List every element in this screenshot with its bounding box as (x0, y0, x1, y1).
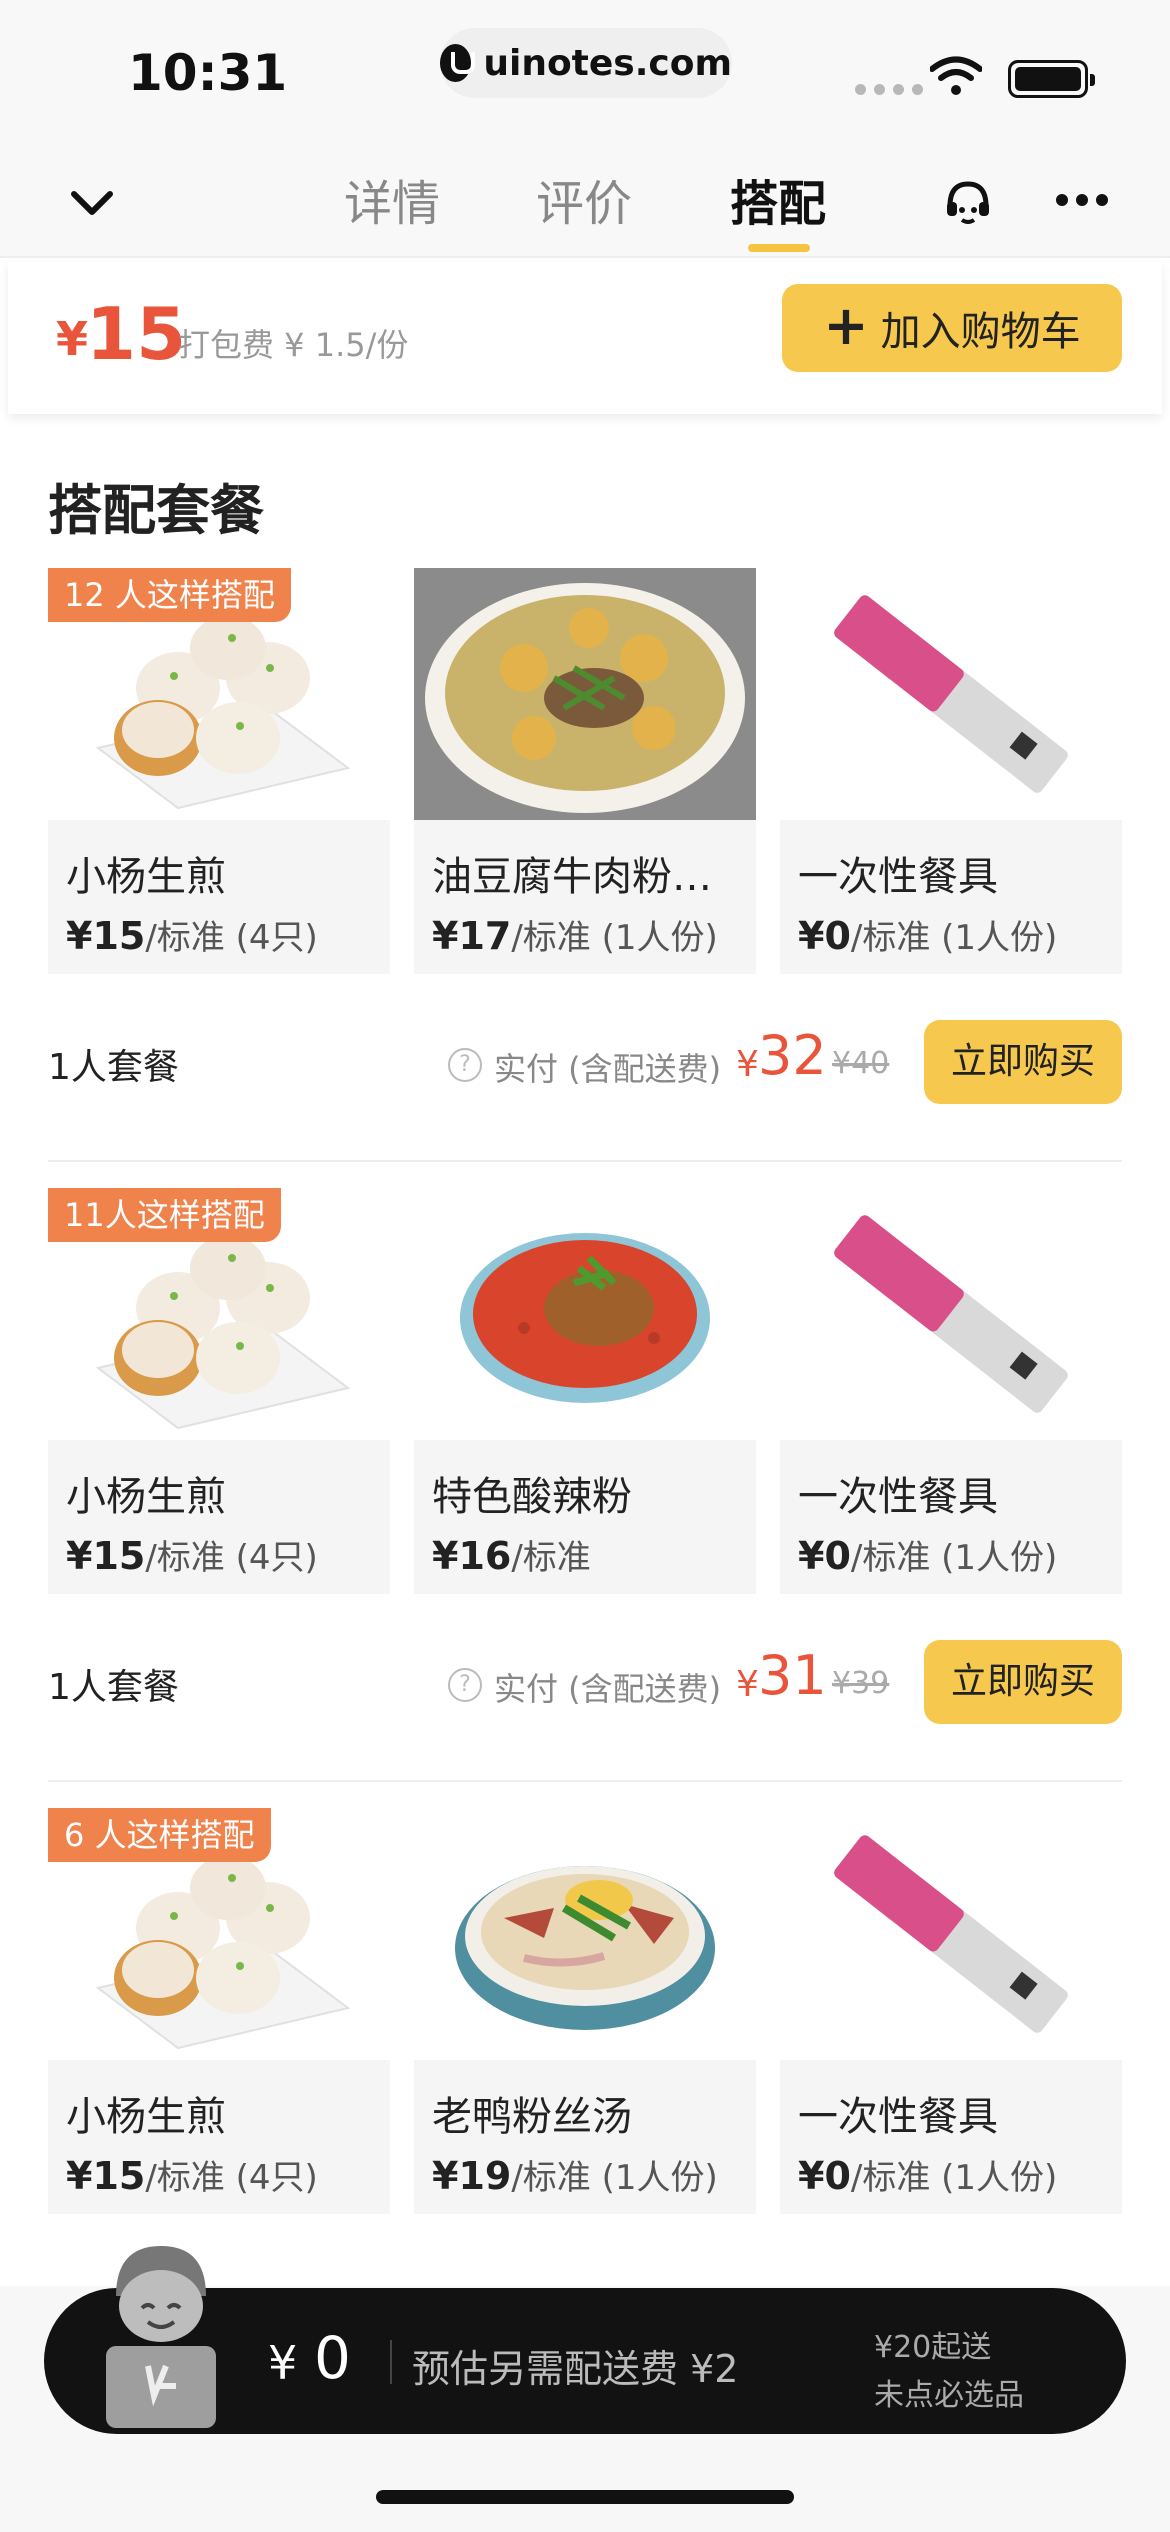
combo-name: 1人套餐 (48, 1667, 179, 1708)
original-price: ¥40 (832, 1046, 890, 1081)
status-time: 10:31 (128, 44, 288, 102)
combo-item[interactable]: 油豆腐牛肉粉丝汤 ¥17/标准 (1人份) (414, 568, 756, 974)
combo-item[interactable]: 老鸭粉丝汤 ¥19/标准 (1人份) (414, 1808, 756, 2214)
item-price: ¥15/标准 (4只) (66, 2154, 318, 2198)
battery-icon (1008, 60, 1095, 98)
combo-item[interactable]: 一次性餐具 ¥0/标准 (1人份) (780, 568, 1122, 974)
chevron-down-icon[interactable] (62, 174, 122, 234)
combo-popularity-badge: 12 人这样搭配 (48, 568, 291, 622)
paid-currency: ¥ (736, 1664, 759, 1705)
food-image-tofu-beef-soup (414, 568, 756, 820)
item-name: 老鸭粉丝汤 (432, 2094, 632, 2140)
item-name: 小杨生煎 (66, 854, 226, 900)
active-tab-indicator (748, 244, 810, 252)
cart-currency: ¥ (268, 2336, 298, 2390)
question-icon[interactable]: ? (448, 1048, 482, 1082)
url-pill[interactable]: uinotes.com (440, 28, 732, 98)
cart-separator (390, 2340, 392, 2384)
combo-item[interactable]: 特色酸辣粉 ¥16/标准 (414, 1188, 756, 1594)
cart-amount: 0 (314, 2324, 351, 2392)
buy-now-button[interactable]: 立即购买 (924, 1640, 1122, 1724)
delivery-fee-estimate: 预估另需配送费 ¥2 (412, 2347, 739, 2391)
item-price: ¥15/标准 (4只) (66, 914, 318, 958)
delivery-mascot-icon[interactable] (76, 2236, 246, 2436)
item-name: 一次性餐具 (798, 2094, 998, 2140)
item-price: ¥0/标准 (1人份) (798, 914, 1058, 958)
combo-item[interactable]: 小杨生煎 ¥15/标准 (4只) (48, 568, 390, 974)
food-image-utensils (780, 568, 1122, 820)
tab-details[interactable]: 详情 (344, 164, 440, 234)
more-icon[interactable] (1056, 194, 1108, 206)
food-image-utensils (780, 1808, 1122, 2060)
buy-now-button[interactable]: 立即购买 (924, 1020, 1122, 1104)
item-name: 小杨生煎 (66, 2094, 226, 2140)
customer-service-icon[interactable] (940, 174, 996, 230)
item-price: ¥0/标准 (1人份) (798, 2154, 1058, 2198)
packing-fee: 打包费 ¥ 1.5/份 (178, 326, 409, 364)
paid-label: 实付 (含配送费) (494, 1670, 722, 1708)
item-name: 油豆腐牛肉粉丝汤 (432, 854, 742, 900)
wifi-icon (930, 56, 982, 95)
combo-footer: 1人套餐 ? 实付 (含配送费) ¥ 32 ¥40 立即购买 (48, 1014, 1122, 1104)
combo-item[interactable]: 小杨生煎 ¥15/标准 (4只) (48, 1808, 390, 2214)
item-name: 小杨生煎 (66, 1474, 226, 1520)
food-image-hot-sour-noodles (414, 1188, 756, 1440)
section-title: 搭配套餐 (48, 479, 264, 542)
price-amount: 15 (86, 292, 187, 376)
price-bar: ¥ 15 打包费 ¥ 1.5/份 + 加入购物车 (8, 262, 1162, 414)
paid-label: 实付 (含配送费) (494, 1050, 722, 1088)
home-indicator[interactable] (376, 2490, 794, 2504)
combo-popularity-badge: 6 人这样搭配 (48, 1808, 271, 1862)
add-to-cart-label: 加入购物车 (880, 309, 1081, 355)
tab-reviews[interactable]: 评价 (536, 164, 632, 234)
item-name: 特色酸辣粉 (432, 1474, 632, 1520)
combo-item[interactable]: 小杨生煎 ¥15/标准 (4只) (48, 1188, 390, 1594)
paid-amount: 31 (758, 1644, 827, 1707)
cellular-signal-icon (855, 84, 923, 95)
item-price: ¥16/标准 (432, 1534, 591, 1578)
minimum-order: ¥20起送 (874, 2330, 992, 2365)
paid-currency: ¥ (736, 1044, 759, 1085)
food-image-duck-vermicelli-soup (414, 1808, 756, 2060)
combo-name: 1人套餐 (48, 1047, 179, 1088)
item-name: 一次性餐具 (798, 1474, 998, 1520)
divider (48, 1780, 1122, 1782)
top-nav: 详情 评价 搭配 (0, 140, 1170, 258)
add-to-cart-button[interactable]: + 加入购物车 (782, 284, 1122, 372)
item-price: ¥19/标准 (1人份) (432, 2154, 718, 2198)
combo-footer: 1人套餐 ? 实付 (含配送费) ¥ 31 ¥39 立即购买 (48, 1634, 1122, 1724)
plus-icon: + (823, 294, 869, 357)
status-bar: 10:31 uinotes.com (0, 0, 1170, 140)
combo-item[interactable]: 一次性餐具 ¥0/标准 (1人份) (780, 1808, 1122, 2214)
url-text: uinotes.com (483, 42, 732, 84)
divider (48, 1160, 1122, 1162)
item-price: ¥17/标准 (1人份) (432, 914, 718, 958)
original-price: ¥39 (832, 1666, 890, 1701)
must-choose-notice: 未点必选品 (874, 2378, 1024, 2413)
item-price: ¥15/标准 (4只) (66, 1534, 318, 1578)
site-logo-icon (440, 44, 476, 82)
combo-popularity-badge: 11人这样搭配 (48, 1188, 281, 1242)
food-image-utensils (780, 1188, 1122, 1440)
combo-item[interactable]: 一次性餐具 ¥0/标准 (1人份) (780, 1188, 1122, 1594)
paid-amount: 32 (758, 1024, 827, 1087)
item-price: ¥0/标准 (1人份) (798, 1534, 1058, 1578)
tab-combos[interactable]: 搭配 (730, 164, 826, 234)
price-currency: ¥ (56, 312, 89, 366)
item-name: 一次性餐具 (798, 854, 998, 900)
question-icon[interactable]: ? (448, 1668, 482, 1702)
